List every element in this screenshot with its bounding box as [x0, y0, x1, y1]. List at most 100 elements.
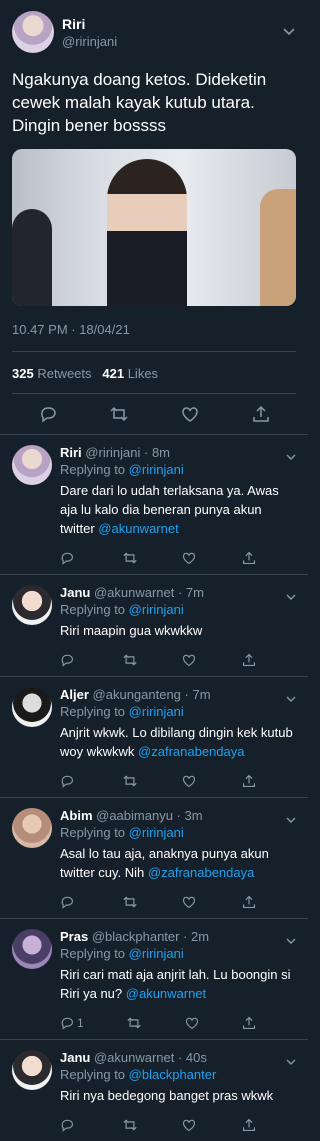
chevron-down-icon[interactable] — [286, 691, 296, 702]
share-icon[interactable] — [242, 551, 256, 565]
reply-avatar[interactable] — [12, 445, 52, 485]
reply-author-name[interactable]: Riri — [60, 445, 82, 460]
replying-to: Replying to @ririnjani — [60, 825, 296, 840]
retweet-icon[interactable] — [123, 653, 137, 667]
author-handle[interactable]: @ririnjani — [62, 34, 117, 49]
reply-mention[interactable]: @akunwarnet — [126, 986, 206, 1001]
like-icon[interactable] — [185, 1016, 199, 1030]
reply-icon[interactable] — [60, 1118, 74, 1132]
reply-icon[interactable] — [60, 895, 74, 909]
reply-author-name[interactable]: Janu — [60, 585, 90, 600]
share-icon[interactable] — [242, 774, 256, 788]
reply-text: Dare dari lo udah terlaksana ya. Awas aj… — [60, 481, 296, 538]
reply-author-meta: @blackphanter · 2m — [91, 929, 210, 944]
like-icon[interactable] — [182, 774, 196, 788]
reply-actions — [60, 892, 256, 912]
replying-to: Replying to @blackphanter — [60, 1067, 296, 1082]
avatar[interactable] — [12, 11, 54, 53]
tweet-text: Ngakunya doang ketos. Dideketin cewek ma… — [12, 70, 267, 135]
reply-tweet[interactable]: Abim @aabimanyu · 3m Replying to @ririnj… — [0, 797, 308, 918]
tweet-actions — [12, 393, 296, 434]
retweets-count[interactable]: 325 — [12, 366, 34, 381]
chevron-down-icon[interactable] — [286, 449, 296, 460]
reply-actions — [60, 771, 256, 791]
like-icon[interactable] — [182, 895, 196, 909]
replies-list: Riri @ririnjani · 8m Replying to @ririnj… — [0, 434, 308, 1141]
reply-author-name[interactable]: Abim — [60, 808, 93, 823]
reply-avatar[interactable] — [12, 687, 52, 727]
retweet-icon[interactable] — [123, 774, 137, 788]
replying-to-handle[interactable]: @ririnjani — [129, 825, 184, 840]
like-icon[interactable] — [182, 653, 196, 667]
chevron-down-icon[interactable] — [286, 589, 296, 600]
replying-to-label: Replying to — [60, 946, 126, 961]
share-icon[interactable] — [242, 1016, 256, 1030]
share-icon[interactable] — [242, 895, 256, 909]
author-name[interactable]: Riri — [62, 16, 117, 32]
reply-icon[interactable] — [60, 1016, 74, 1030]
replying-to-handle[interactable]: @ririnjani — [129, 462, 184, 477]
reply-tweet[interactable]: Pras @blackphanter · 2m Replying to @rir… — [0, 918, 308, 1039]
replying-to: Replying to @ririnjani — [60, 462, 296, 477]
reply-tweet[interactable]: Janu @akunwarnet · 7m Replying to @ririn… — [0, 574, 308, 676]
chevron-down-icon[interactable] — [286, 812, 296, 823]
reply-icon[interactable] — [60, 774, 74, 788]
replying-to: Replying to @ririnjani — [60, 946, 296, 961]
retweet-icon[interactable] — [109, 405, 128, 423]
retweets-label[interactable]: Retweets — [37, 366, 91, 381]
reply-header: Riri @ririnjani · 8m — [60, 445, 296, 460]
reply-actions — [60, 650, 256, 670]
tweet-photo[interactable] — [12, 149, 296, 306]
reply-tweet[interactable]: Aljer @akunganteng · 7m Replying to @rir… — [0, 676, 308, 797]
replying-to: Replying to @ririnjani — [60, 704, 296, 719]
reply-actions — [60, 1115, 256, 1135]
reply-mention[interactable]: @zafranabendaya — [138, 744, 244, 759]
like-icon[interactable] — [181, 405, 199, 423]
reply-text: Riri cari mati aja anjrit lah. Lu boongi… — [60, 965, 296, 1003]
like-icon[interactable] — [182, 1118, 196, 1132]
retweet-icon[interactable] — [123, 551, 137, 565]
reply-mention[interactable]: @akunwarnet — [98, 521, 178, 536]
reply-author-meta: @akunwarnet · 40s — [93, 1050, 207, 1065]
replying-to-handle[interactable]: @ririnjani — [129, 704, 184, 719]
chevron-down-icon[interactable] — [282, 25, 296, 39]
reply-text: Anjrit wkwk. Lo dibilang dingin kek kutu… — [60, 723, 296, 761]
retweet-icon[interactable] — [123, 895, 137, 909]
author[interactable]: Riri @ririnjani — [62, 16, 117, 49]
reply-header: Janu @akunwarnet · 40s — [60, 1050, 296, 1065]
reply-body: Riri maapin gua wkwkkw — [60, 623, 203, 638]
reply-avatar[interactable] — [12, 1050, 52, 1090]
reply-avatar[interactable] — [12, 929, 52, 969]
reply-avatar[interactable] — [12, 585, 52, 625]
reply-text: Riri nya bedegong banget pras wkwk — [60, 1086, 296, 1105]
replying-to-handle[interactable]: @ririnjani — [129, 602, 184, 617]
reply-icon[interactable] — [60, 551, 74, 565]
replying-to-handle[interactable]: @ririnjani — [129, 946, 184, 961]
replying-to: Replying to @ririnjani — [60, 602, 296, 617]
reply-author-name[interactable]: Pras — [60, 929, 88, 944]
reply-author-name[interactable]: Aljer — [60, 687, 89, 702]
reply-tweet[interactable]: Janu @akunwarnet · 40s Replying to @blac… — [0, 1039, 308, 1141]
reply-icon[interactable] — [39, 405, 57, 423]
reply-icon[interactable] — [60, 653, 74, 667]
retweet-icon[interactable] — [127, 1016, 141, 1030]
reply-header: Pras @blackphanter · 2m — [60, 929, 296, 944]
reply-mention[interactable]: @zafranabendaya — [148, 865, 254, 880]
reply-tweet[interactable]: Riri @ririnjani · 8m Replying to @ririnj… — [0, 434, 308, 574]
chevron-down-icon[interactable] — [286, 933, 296, 944]
reply-text: Asal lo tau aja, anaknya punya akun twit… — [60, 844, 296, 882]
like-icon[interactable] — [182, 551, 196, 565]
reply-author-meta: @akunwarnet · 7m — [93, 585, 204, 600]
likes-label[interactable]: Likes — [128, 366, 158, 381]
retweet-icon[interactable] — [123, 1118, 137, 1132]
replying-to-handle[interactable]: @blackphanter — [129, 1067, 217, 1082]
reply-count: 1 — [77, 1016, 84, 1030]
reply-avatar[interactable] — [12, 808, 52, 848]
likes-count[interactable]: 421 — [102, 366, 124, 381]
reply-author-name[interactable]: Janu — [60, 1050, 90, 1065]
share-icon[interactable] — [252, 405, 270, 423]
share-icon[interactable] — [242, 653, 256, 667]
replying-to-label: Replying to — [60, 462, 126, 477]
share-icon[interactable] — [242, 1118, 256, 1132]
chevron-down-icon[interactable] — [286, 1054, 296, 1065]
